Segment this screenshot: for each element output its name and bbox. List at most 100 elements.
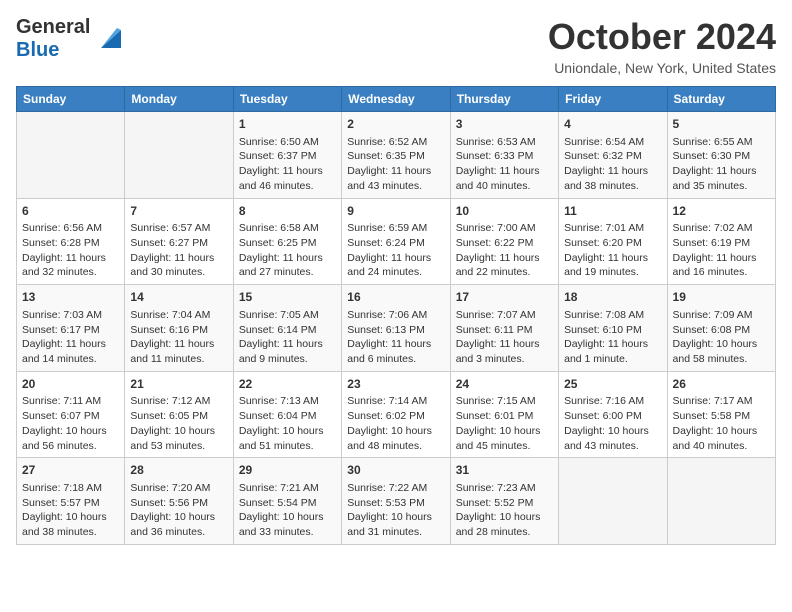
calendar-cell (125, 112, 233, 199)
calendar-cell: 5Sunrise: 6:55 AM Sunset: 6:30 PM Daylig… (667, 112, 775, 199)
calendar-cell: 9Sunrise: 6:59 AM Sunset: 6:24 PM Daylig… (342, 198, 450, 285)
calendar-cell: 15Sunrise: 7:05 AM Sunset: 6:14 PM Dayli… (233, 285, 341, 372)
logo: General Blue (16, 16, 125, 62)
title-block: October 2024 Uniondale, New York, United… (548, 16, 776, 76)
day-number: 19 (673, 289, 770, 306)
calendar-cell: 4 Sunrise: 6:54 AM Sunset: 6:32 PM Daylig… (559, 112, 667, 199)
page-header: General Blue October 2024 Uniondale, New… (16, 16, 776, 76)
calendar-cell: 30 Sunrise: 7:22 AM Sunset: 5:53 PM Dayli… (342, 458, 450, 545)
calendar-cell: 22Sunrise: 7:13 AM Sunset: 6:04 PM Dayli… (233, 371, 341, 458)
day-info: Sunrise: 7:23 AM Sunset: 5:52 PM Dayligh… (456, 481, 553, 540)
calendar-cell: 24Sunrise: 7:15 AM Sunset: 6:01 PM Dayli… (450, 371, 558, 458)
day-number: 20 (22, 376, 119, 393)
day-number: 27 (22, 462, 119, 479)
calendar-cell: 14 Sunrise: 7:04 AM Sunset: 6:16 PM Dayli… (125, 285, 233, 372)
day-number: 7 (130, 203, 227, 220)
day-info: Sunrise: 6:53 AM Sunset: 6:33 PM Dayligh… (456, 135, 553, 194)
day-info: Sunrise: 7:11 AM Sunset: 6:07 PM Dayligh… (22, 394, 119, 453)
day-number: 26 (673, 376, 770, 393)
calendar-cell: 25Sunrise: 7:16 AM Sunset: 6:00 PM Dayli… (559, 371, 667, 458)
calendar-cell: 31Sunrise: 7:23 AM Sunset: 5:52 PM Dayli… (450, 458, 558, 545)
day-info: Sunrise: 7:06 AM Sunset: 6:13 PM Dayligh… (347, 308, 444, 367)
logo-icon (93, 20, 125, 52)
day-info: Sunrise: 7:21 AM Sunset: 5:54 PM Dayligh… (239, 481, 336, 540)
day-number: 21 (130, 376, 227, 393)
calendar-cell: 21Sunrise: 7:12 AM Sunset: 6:05 PM Dayli… (125, 371, 233, 458)
day-info: Sunrise: 7:12 AM Sunset: 6:05 PM Dayligh… (130, 394, 227, 453)
day-number: 16 (347, 289, 444, 306)
day-number: 6 (22, 203, 119, 220)
calendar-cell: 20Sunrise: 7:11 AM Sunset: 6:07 PM Dayli… (17, 371, 125, 458)
calendar-table: SundayMondayTuesdayWednesdayThursdayFrid… (16, 86, 776, 545)
day-number: 15 (239, 289, 336, 306)
calendar-cell: 8Sunrise: 6:58 AM Sunset: 6:25 PM Daylig… (233, 198, 341, 285)
day-info: Sunrise: 7:02 AM Sunset: 6:19 PM Dayligh… (673, 221, 770, 280)
calendar-cell: 1Sunrise: 6:50 AM Sunset: 6:37 PM Daylig… (233, 112, 341, 199)
day-number: 2 (347, 116, 444, 133)
day-info: Sunrise: 6:59 AM Sunset: 6:24 PM Dayligh… (347, 221, 444, 280)
day-info: Sunrise: 7:13 AM Sunset: 6:04 PM Dayligh… (239, 394, 336, 453)
calendar-cell: 16 Sunrise: 7:06 AM Sunset: 6:13 PM Dayli… (342, 285, 450, 372)
calendar-cell: 6Sunrise: 6:56 AM Sunset: 6:28 PM Daylig… (17, 198, 125, 285)
calendar-cell: 29Sunrise: 7:21 AM Sunset: 5:54 PM Dayli… (233, 458, 341, 545)
day-info: Sunrise: 7:15 AM Sunset: 6:01 PM Dayligh… (456, 394, 553, 453)
weekday-header: Monday (125, 87, 233, 112)
calendar-cell: 12Sunrise: 7:02 AM Sunset: 6:19 PM Dayli… (667, 198, 775, 285)
calendar-cell: 13Sunrise: 7:03 AM Sunset: 6:17 PM Dayli… (17, 285, 125, 372)
calendar-cell: 18Sunrise: 7:08 AM Sunset: 6:10 PM Dayli… (559, 285, 667, 372)
day-info: Sunrise: 6:55 AM Sunset: 6:30 PM Dayligh… (673, 135, 770, 194)
day-info: Sunrise: 6:58 AM Sunset: 6:25 PM Dayligh… (239, 221, 336, 280)
day-info: Sunrise: 7:07 AM Sunset: 6:11 PM Dayligh… (456, 308, 553, 367)
weekday-header: Tuesday (233, 87, 341, 112)
day-number: 24 (456, 376, 553, 393)
day-info: Sunrise: 7:04 AM Sunset: 6:16 PM Dayligh… (130, 308, 227, 367)
month-title: October 2024 (548, 16, 776, 58)
calendar-week-row: 27Sunrise: 7:18 AM Sunset: 5:57 PM Dayli… (17, 458, 776, 545)
logo-blue: Blue (16, 39, 59, 61)
day-number: 28 (130, 462, 227, 479)
calendar-cell: 26Sunrise: 7:17 AM Sunset: 5:58 PM Dayli… (667, 371, 775, 458)
weekday-header: Wednesday (342, 87, 450, 112)
day-info: Sunrise: 7:22 AM Sunset: 5:53 PM Dayligh… (347, 481, 444, 540)
day-number: 10 (456, 203, 553, 220)
day-number: 18 (564, 289, 661, 306)
day-number: 13 (22, 289, 119, 306)
day-number: 25 (564, 376, 661, 393)
day-number: 12 (673, 203, 770, 220)
day-info: Sunrise: 6:52 AM Sunset: 6:35 PM Dayligh… (347, 135, 444, 194)
calendar-week-row: 1Sunrise: 6:50 AM Sunset: 6:37 PM Daylig… (17, 112, 776, 199)
calendar-cell: 2 Sunrise: 6:52 AM Sunset: 6:35 PM Daylig… (342, 112, 450, 199)
calendar-cell: 7Sunrise: 6:57 AM Sunset: 6:27 PM Daylig… (125, 198, 233, 285)
calendar-cell (559, 458, 667, 545)
day-number: 11 (564, 203, 661, 220)
calendar-week-row: 20Sunrise: 7:11 AM Sunset: 6:07 PM Dayli… (17, 371, 776, 458)
day-number: 17 (456, 289, 553, 306)
calendar-cell: 23Sunrise: 7:14 AM Sunset: 6:02 PM Dayli… (342, 371, 450, 458)
day-number: 14 (130, 289, 227, 306)
day-number: 1 (239, 116, 336, 133)
day-info: Sunrise: 7:00 AM Sunset: 6:22 PM Dayligh… (456, 221, 553, 280)
day-info: Sunrise: 7:09 AM Sunset: 6:08 PM Dayligh… (673, 308, 770, 367)
day-info: Sunrise: 7:01 AM Sunset: 6:20 PM Dayligh… (564, 221, 661, 280)
calendar-cell: 11Sunrise: 7:01 AM Sunset: 6:20 PM Dayli… (559, 198, 667, 285)
day-info: Sunrise: 7:17 AM Sunset: 5:58 PM Dayligh… (673, 394, 770, 453)
location-text: Uniondale, New York, United States (548, 60, 776, 76)
day-info: Sunrise: 7:16 AM Sunset: 6:00 PM Dayligh… (564, 394, 661, 453)
calendar-cell (17, 112, 125, 199)
day-number: 23 (347, 376, 444, 393)
day-number: 4 (564, 116, 661, 133)
day-info: Sunrise: 6:54 AM Sunset: 6:32 PM Dayligh… (564, 135, 661, 194)
day-info: Sunrise: 6:57 AM Sunset: 6:27 PM Dayligh… (130, 221, 227, 280)
calendar-cell: 10Sunrise: 7:00 AM Sunset: 6:22 PM Dayli… (450, 198, 558, 285)
day-info: Sunrise: 7:14 AM Sunset: 6:02 PM Dayligh… (347, 394, 444, 453)
weekday-header: Sunday (17, 87, 125, 112)
weekday-header: Saturday (667, 87, 775, 112)
calendar-cell: 27Sunrise: 7:18 AM Sunset: 5:57 PM Dayli… (17, 458, 125, 545)
day-number: 30 (347, 462, 444, 479)
calendar-cell: 3 Sunrise: 6:53 AM Sunset: 6:33 PM Daylig… (450, 112, 558, 199)
calendar-week-row: 6Sunrise: 6:56 AM Sunset: 6:28 PM Daylig… (17, 198, 776, 285)
calendar-header: SundayMondayTuesdayWednesdayThursdayFrid… (17, 87, 776, 112)
day-number: 3 (456, 116, 553, 133)
weekday-header: Friday (559, 87, 667, 112)
calendar-cell: 28Sunrise: 7:20 AM Sunset: 5:56 PM Dayli… (125, 458, 233, 545)
